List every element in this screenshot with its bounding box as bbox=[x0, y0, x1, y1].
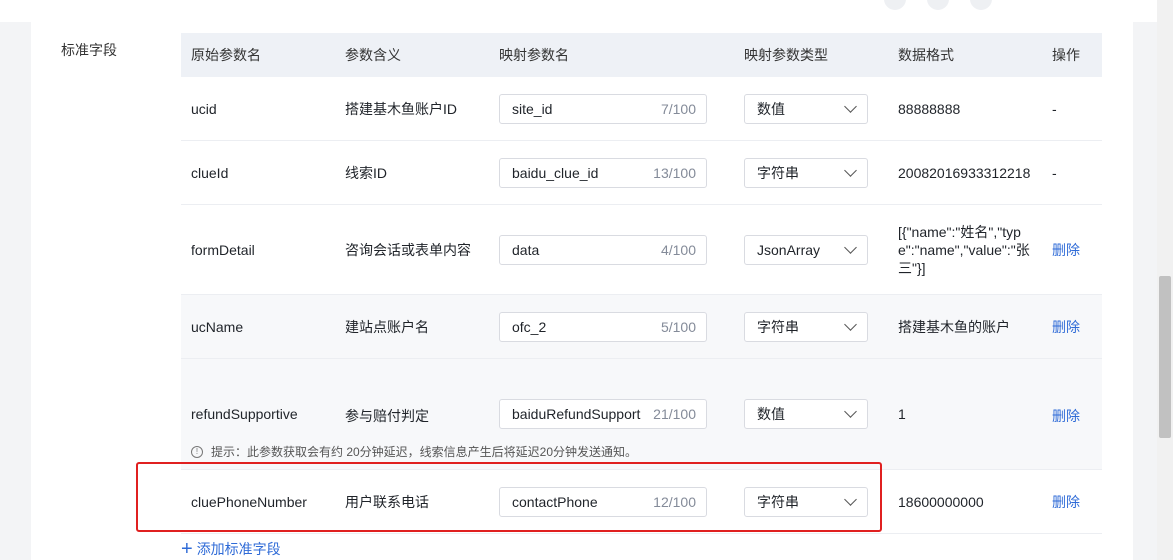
delay-hint: ! 提示：此参数获取会有约 20分钟延迟，线索信息产生后将延迟20分钟发送通知。 bbox=[191, 443, 637, 460]
header-mapped-type: 映射参数类型 bbox=[744, 47, 828, 63]
table-row: ucid 搭建基木鱼账户ID site_id 7/100 数值 88888888… bbox=[181, 77, 1102, 141]
top-bar bbox=[0, 0, 1157, 22]
header-original-name: 原始参数名 bbox=[191, 47, 261, 63]
header-mapped-name: 映射参数名 bbox=[499, 47, 569, 63]
char-count: 21/100 bbox=[653, 406, 696, 422]
mapped-name-value: site_id bbox=[512, 100, 553, 117]
type-value: JsonArray bbox=[757, 241, 821, 258]
param-name: ucName bbox=[191, 318, 244, 335]
chevron-down-icon bbox=[844, 240, 857, 254]
header-action: 操作 bbox=[1052, 47, 1080, 63]
param-meaning: 搭建基木鱼账户ID bbox=[345, 100, 457, 117]
table-row: clueId 线索ID baidu_clue_id 13/100 字符串 200… bbox=[181, 141, 1102, 205]
mapped-name-value: baidu_clue_id bbox=[512, 164, 599, 181]
field-mapping-table: 原始参数名 参数含义 映射参数名 映射参数类型 数据格式 操作 ucid 搭建基… bbox=[181, 33, 1102, 534]
type-value: 数值 bbox=[757, 100, 785, 117]
delete-link[interactable]: 删除 bbox=[1052, 406, 1080, 426]
param-meaning: 参与赔付判定 bbox=[345, 408, 429, 424]
type-select[interactable]: 数值 bbox=[744, 93, 868, 124]
mapped-name-value: ofc_2 bbox=[512, 318, 547, 335]
data-format: 18600000000 bbox=[898, 493, 984, 510]
char-count: 13/100 bbox=[653, 164, 696, 181]
add-standard-field-button[interactable]: + 添加标准字段 bbox=[181, 539, 281, 559]
toolbar-circle-icon[interactable] bbox=[884, 0, 906, 10]
toolbar-circle-icon[interactable] bbox=[927, 0, 949, 10]
param-name: formDetail bbox=[191, 241, 255, 258]
section-label: 标准字段 bbox=[61, 42, 117, 58]
table-row: ucName 建站点账户名 ofc_2 5/100 字符串 搭建基木鱼的账户 删… bbox=[181, 295, 1102, 359]
highlight-box bbox=[136, 462, 882, 532]
plus-icon: + bbox=[181, 538, 193, 560]
delete-link[interactable]: 删除 bbox=[1052, 492, 1080, 512]
char-count: 7/100 bbox=[660, 100, 696, 117]
data-format: 搭建基木鱼的账户 bbox=[898, 318, 1010, 335]
action-text: - bbox=[1052, 100, 1057, 117]
param-meaning: 咨询会话或表单内容 bbox=[345, 241, 471, 258]
mapped-name-input[interactable]: site_id 7/100 bbox=[499, 93, 707, 124]
param-name: refundSupportive bbox=[191, 406, 298, 422]
char-count: 5/100 bbox=[660, 318, 696, 335]
type-select[interactable]: JsonArray bbox=[744, 234, 868, 265]
mapped-name-value: data bbox=[512, 241, 540, 258]
type-value: 字符串 bbox=[757, 318, 799, 335]
add-label: 添加标准字段 bbox=[196, 541, 281, 557]
mapped-name-input[interactable]: data 4/100 bbox=[499, 234, 707, 265]
mapped-name-value: baiduRefundSupport bbox=[512, 406, 641, 422]
mapped-name-input[interactable]: ofc_2 5/100 bbox=[499, 311, 707, 342]
param-name: ucid bbox=[191, 100, 217, 117]
table-row: formDetail 咨询会话或表单内容 data 4/100 JsonArra… bbox=[181, 205, 1102, 295]
data-format: 20082016933312218 bbox=[898, 164, 1031, 181]
table-header: 原始参数名 参数含义 映射参数名 映射参数类型 数据格式 操作 bbox=[181, 33, 1102, 77]
hint-text: 提示：此参数获取会有约 20分钟延迟，线索信息产生后将延迟20分钟发送通知。 bbox=[211, 445, 638, 459]
table-row: refundSupportive 参与赔付判定 baiduRefundSuppo… bbox=[181, 359, 1102, 470]
info-icon: ! bbox=[191, 445, 203, 458]
param-meaning: 线索ID bbox=[345, 164, 387, 181]
delete-link[interactable]: 删除 bbox=[1052, 317, 1080, 337]
type-select[interactable]: 字符串 bbox=[744, 311, 868, 342]
scrollbar-thumb[interactable] bbox=[1159, 276, 1171, 438]
data-format: 1 bbox=[898, 406, 906, 422]
chevron-down-icon bbox=[844, 405, 857, 418]
data-format: [{"name":"姓名","type":"name","value":"张三"… bbox=[898, 223, 1030, 276]
type-select[interactable]: 字符串 bbox=[744, 157, 868, 188]
param-meaning: 建站点账户名 bbox=[345, 318, 429, 335]
delete-link[interactable]: 删除 bbox=[1052, 240, 1080, 260]
mapped-name-input[interactable]: baidu_clue_id 13/100 bbox=[499, 157, 707, 188]
chevron-down-icon bbox=[844, 317, 857, 331]
type-value: 数值 bbox=[757, 406, 785, 422]
chevron-down-icon bbox=[844, 99, 857, 113]
action-text: - bbox=[1052, 164, 1057, 181]
type-value: 字符串 bbox=[757, 164, 799, 181]
char-count: 4/100 bbox=[660, 241, 696, 258]
data-format: 88888888 bbox=[898, 100, 961, 117]
header-meaning: 参数含义 bbox=[345, 47, 401, 63]
header-data-format: 数据格式 bbox=[898, 47, 954, 63]
toolbar-circle-icon[interactable] bbox=[970, 0, 992, 10]
chevron-down-icon bbox=[844, 163, 857, 177]
param-name: clueId bbox=[191, 164, 229, 181]
mapped-name-input[interactable]: baiduRefundSupport 21/100 bbox=[499, 399, 707, 429]
type-select[interactable]: 数值 bbox=[744, 399, 868, 429]
